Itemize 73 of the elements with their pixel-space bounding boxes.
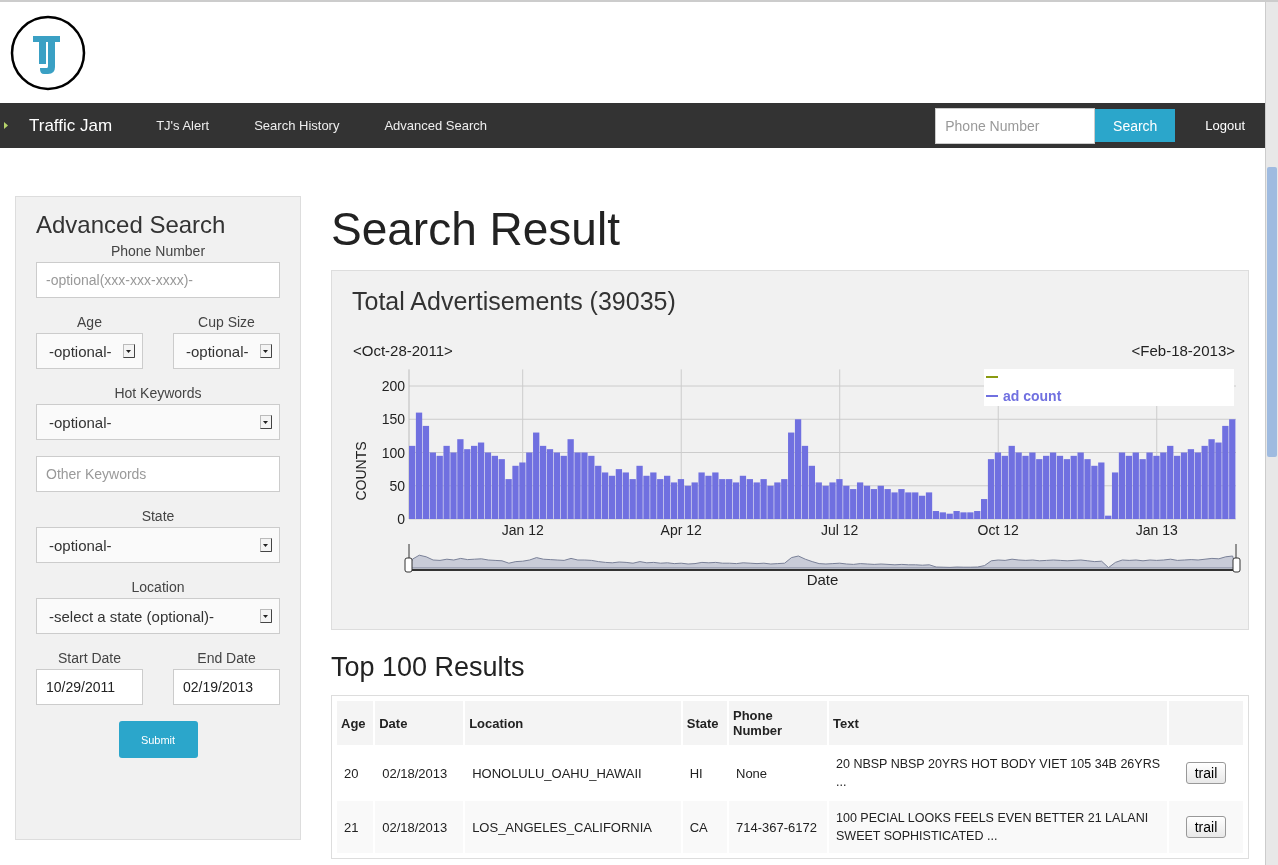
column-header: Location xyxy=(465,701,681,745)
field-label: Age xyxy=(76,314,103,330)
logout-link[interactable]: Logout xyxy=(1205,118,1245,133)
table-cell-text: HONOLULU_OAHU_HAWAII xyxy=(471,764,643,783)
range-handle[interactable] xyxy=(404,557,413,573)
select-field[interactable]: -optional- xyxy=(36,404,280,440)
field-label: Hot Keywords xyxy=(113,385,203,401)
dropdown-icon xyxy=(123,344,135,358)
nav-link[interactable]: TJ's Alert xyxy=(156,118,210,133)
trail-button[interactable]: trail xyxy=(1185,816,1227,838)
y-tick-label: 150 xyxy=(381,411,405,428)
nav-link[interactable]: Search History xyxy=(254,118,340,133)
x-axis-title: Date xyxy=(806,571,839,588)
column-header: Date xyxy=(375,701,464,745)
table-cell-text: 20 NBSP NBSP 20YRS HOT BODY VIET 105 34B 26YRS ... xyxy=(835,756,1161,791)
y-axis-title: COUNTS xyxy=(353,441,369,501)
field-label: End Date xyxy=(196,650,257,666)
input-field[interactable]: Other Keywords xyxy=(36,456,280,492)
scrollbar[interactable] xyxy=(1265,2,1278,865)
y-tick-label: 100 xyxy=(381,444,405,461)
y-tick-label: 50 xyxy=(389,477,405,494)
field-label: Start Date xyxy=(57,650,122,666)
results-title: Top 100 Results xyxy=(331,652,526,683)
nav-link[interactable]: Advanced Search xyxy=(384,118,488,133)
input-field[interactable]: 10/29/2011 xyxy=(36,669,143,705)
input-field[interactable]: -optional(xxx-xxx-xxxx)- xyxy=(36,262,280,298)
table-cell: CA xyxy=(682,801,727,853)
phone-search-field[interactable]: Phone Number xyxy=(935,107,1096,144)
brand-link[interactable]: Traffic Jam xyxy=(29,115,113,136)
table-cell: 21 xyxy=(337,801,374,853)
select-field[interactable]: -optional- xyxy=(36,333,143,369)
arrow-icon xyxy=(4,122,8,129)
x-tick-label: Apr 12 xyxy=(660,522,702,538)
dropdown-icon xyxy=(260,609,272,623)
page-title: Search Result xyxy=(331,202,621,256)
field-label: State xyxy=(140,508,176,524)
trail-button[interactable]: trail xyxy=(1185,762,1227,784)
logo-icon xyxy=(10,14,86,91)
x-tick-label: Jan 13 xyxy=(1135,522,1178,538)
column-header: State xyxy=(682,701,727,745)
field-label: Location xyxy=(130,579,186,595)
y-tick-label: 200 xyxy=(381,378,405,394)
dropdown-icon xyxy=(260,538,272,552)
chart-title: Total Advertisements (39035) xyxy=(352,287,677,316)
y-tick-label: 0 xyxy=(397,511,405,527)
field-label: Phone Number xyxy=(109,243,207,259)
table-cell-text: 02/18/2013 xyxy=(381,764,449,783)
select-field[interactable]: -optional- xyxy=(173,333,280,369)
range-handle[interactable] xyxy=(1232,557,1241,573)
x-tick-label: Jan 12 xyxy=(501,522,544,538)
input-field[interactable]: 02/19/2013 xyxy=(173,669,280,705)
column-header: Phone Number xyxy=(729,701,827,745)
table-cell-text: 20 xyxy=(343,764,360,783)
table-cell: 02/18/2013 xyxy=(375,801,464,853)
table-cell: LOS_ANGELES_CALIFORNIA xyxy=(465,801,681,853)
table-cell-text: None xyxy=(735,764,769,783)
select-field[interactable]: -optional- xyxy=(36,527,280,563)
x-tick-label: Jul 12 xyxy=(821,522,859,538)
legend-item: ad count xyxy=(985,388,1062,404)
x-tick-label: Oct 12 xyxy=(977,522,1019,538)
legend-label: ad count xyxy=(1003,388,1062,404)
field-label: Cup Size xyxy=(197,314,256,330)
range-start-label[interactable]: <Oct-28-2011> xyxy=(353,342,453,359)
column-header: Text xyxy=(829,701,1167,745)
panel-title: Advanced Search xyxy=(36,211,227,239)
table-cell: 100 PECIAL LOOKS FEELS EVEN BETTER 21 LALANI SWEET SOPHISTICATED ... xyxy=(829,801,1167,853)
table-cell-text: HI xyxy=(688,764,704,783)
select-field[interactable]: -select a state (optional)- xyxy=(36,598,280,634)
range-end-label[interactable]: <Feb-18-2013> xyxy=(1131,342,1235,359)
column-header: Age xyxy=(337,701,374,745)
table-cell: 714-367-6172 xyxy=(729,801,827,853)
dropdown-icon xyxy=(260,415,272,429)
dropdown-icon xyxy=(260,344,272,358)
